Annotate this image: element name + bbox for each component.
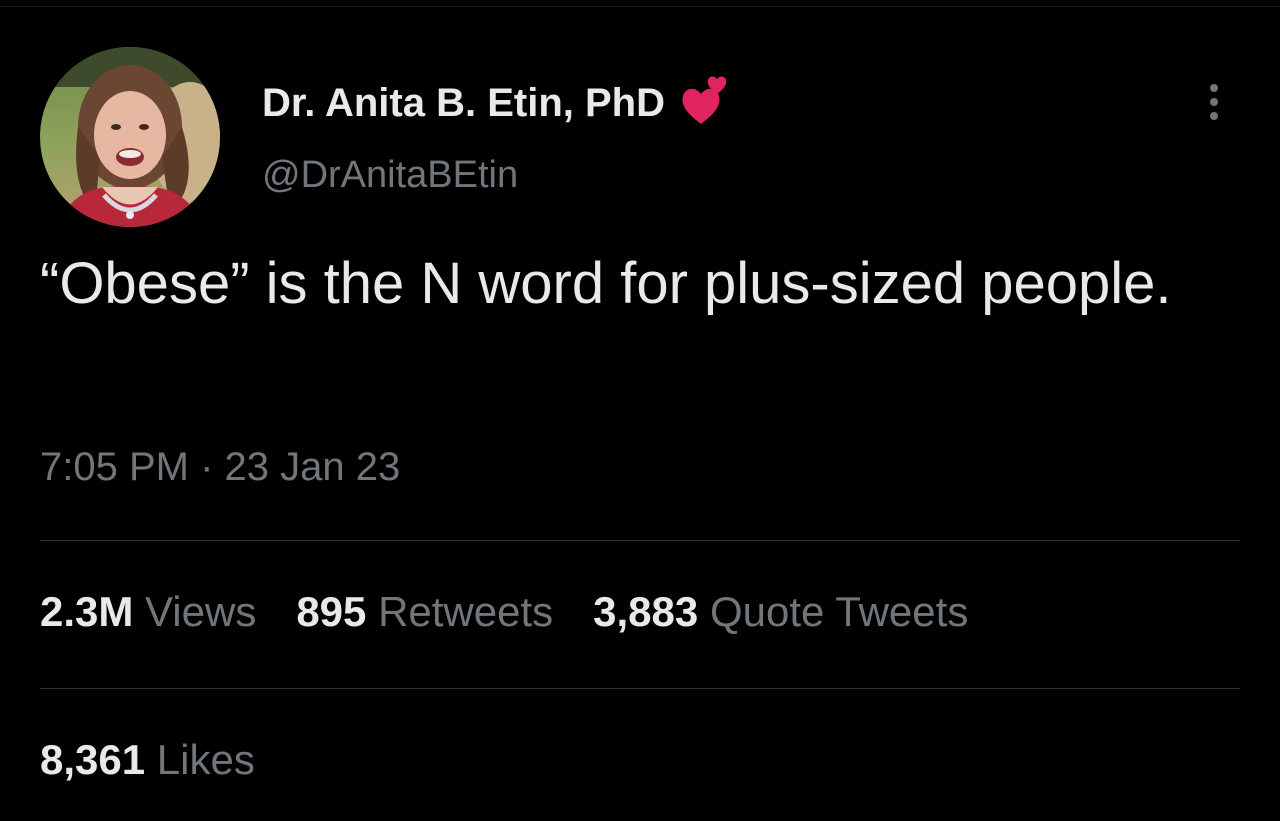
views-count: 2.3M (40, 588, 134, 635)
avatar[interactable] (40, 47, 220, 227)
top-divider (0, 6, 1280, 7)
author-handle[interactable]: @DrAnitaBEtin (262, 154, 518, 197)
likes-count: 8,361 (40, 736, 146, 783)
avatar-photo (40, 47, 220, 227)
divider (40, 540, 1240, 541)
likes-label: Likes (156, 736, 255, 783)
more-vertical-icon (1210, 98, 1218, 106)
quote-tweets-count: 3,883 (593, 588, 699, 635)
retweets-stat[interactable]: 895 Retweets (296, 588, 553, 636)
author-name-row[interactable]: Dr. Anita B. Etin, PhD (262, 76, 729, 126)
more-vertical-icon (1210, 84, 1218, 92)
tweet-text: “Obese” is the N word for plus-sized peo… (40, 251, 1172, 316)
more-options-button[interactable] (1196, 78, 1232, 126)
author-display-name[interactable]: Dr. Anita B. Etin, PhD (262, 81, 665, 126)
engagement-stats: 2.3M Views 895 Retweets 3,883 Quote Twee… (40, 588, 1008, 636)
likes-stat[interactable]: 8,361 Likes (40, 736, 255, 784)
retweets-label: Retweets (378, 588, 554, 635)
quote-tweets-stat[interactable]: 3,883 Quote Tweets (593, 588, 968, 636)
two-hearts-icon (679, 72, 729, 126)
tweet-timestamp[interactable]: 7:05 PM · 23 Jan 23 (40, 445, 400, 490)
views-label: Views (145, 588, 257, 635)
more-vertical-icon (1210, 112, 1218, 120)
retweets-count: 895 (296, 588, 367, 635)
divider (40, 688, 1240, 689)
views-stat[interactable]: 2.3M Views (40, 588, 256, 636)
quote-tweets-label: Quote Tweets (709, 588, 969, 635)
likes-stats: 8,361 Likes (40, 736, 295, 784)
